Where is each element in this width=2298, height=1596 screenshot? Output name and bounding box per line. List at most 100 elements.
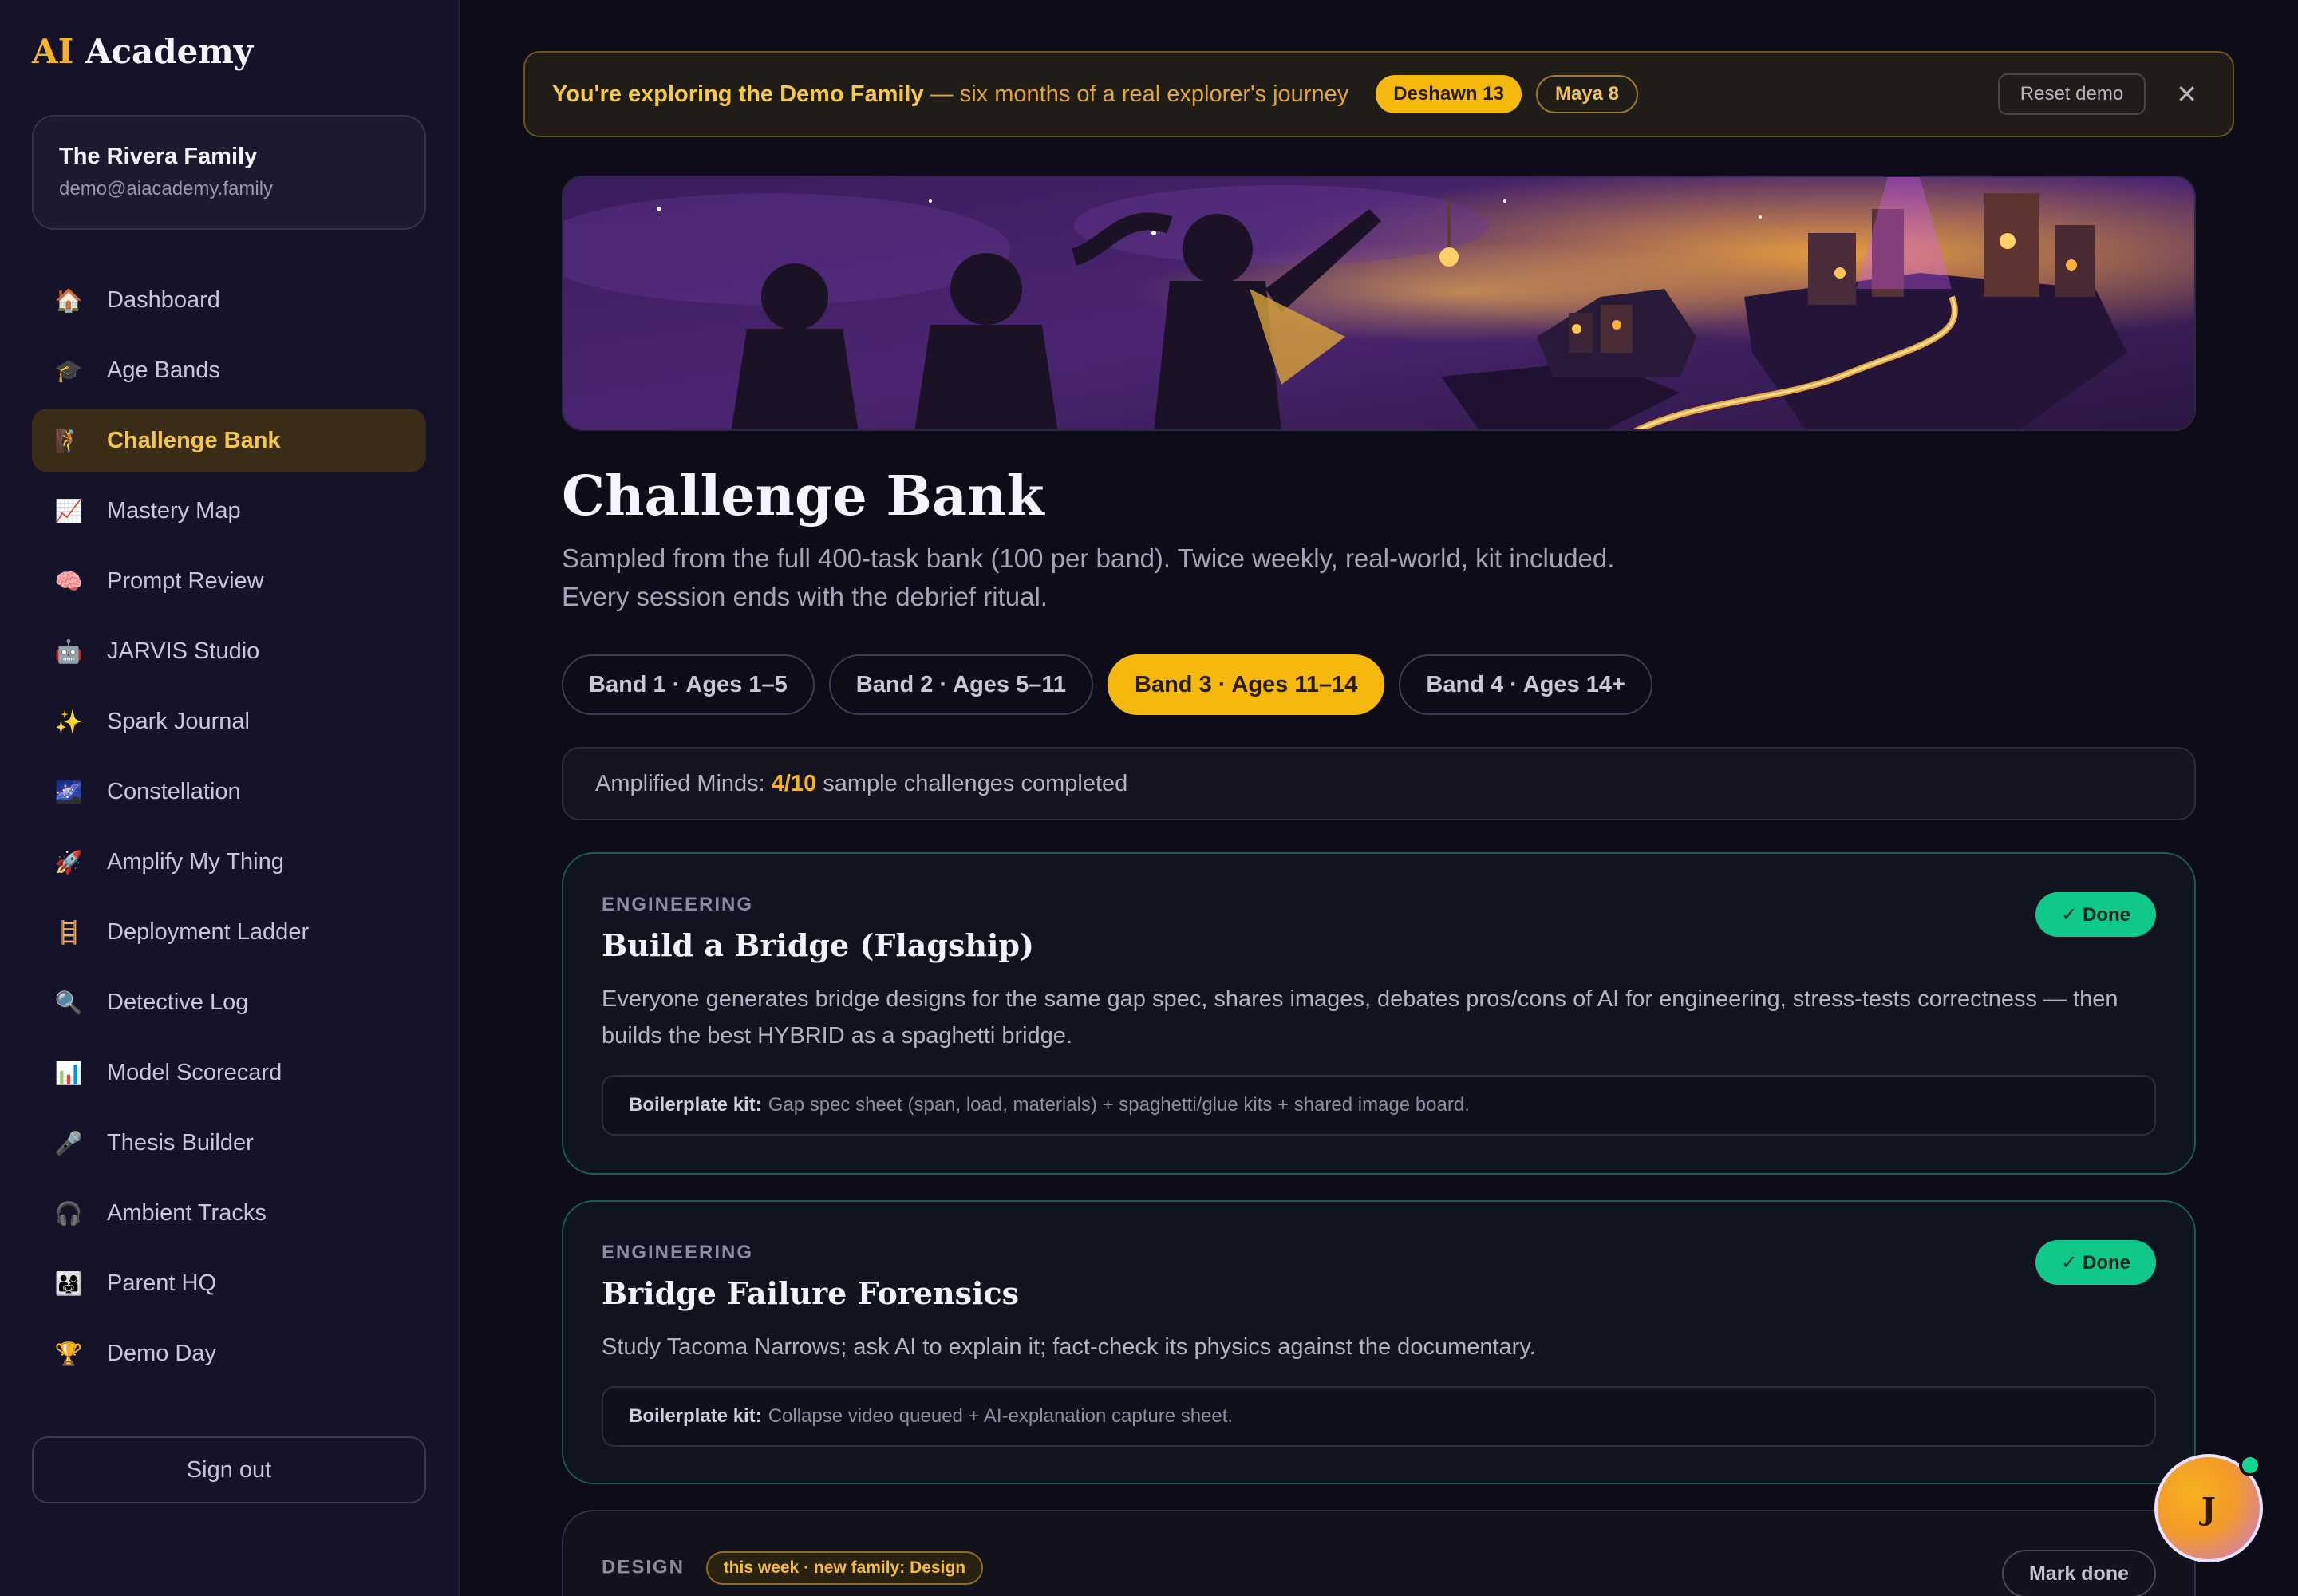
sidebar-item-detective-log[interactable]: 🔍 Detective Log	[32, 970, 426, 1034]
parent-hq-icon: 👨‍👩‍👧	[54, 1270, 83, 1296]
hero-illustration	[562, 176, 2196, 431]
page-subtitle: Sampled from the full 400-task bank (100…	[562, 543, 1615, 611]
sidebar-item-amplify-my-thing[interactable]: 🚀 Amplify My Thing	[32, 830, 426, 894]
deployment-ladder-icon: 🪜	[54, 919, 83, 945]
spark-journal-icon: ✨	[54, 709, 83, 734]
challenge-card[interactable]: ENGINEERING Bridge Failure Forensics Stu…	[562, 1200, 2196, 1484]
mastery-map-icon: 📈	[54, 498, 83, 523]
sidebar-item-label: Dashboard	[107, 286, 220, 313]
explorer-pill-maya[interactable]: Maya 8	[1535, 75, 1639, 113]
card-description: Study Tacoma Narrows; ask AI to explain …	[602, 1334, 1536, 1360]
challenge-bank-icon: 🧗	[54, 428, 83, 453]
mark-done-button[interactable]: Mark done	[2001, 1550, 2156, 1596]
sidebar-item-spark-journal[interactable]: ✨ Spark Journal	[32, 689, 426, 753]
amplify-my-thing-icon: 🚀	[54, 849, 83, 875]
demo-banner: You're exploring the Demo Family — six m…	[523, 51, 2234, 137]
card-category: ENGINEERING	[602, 894, 754, 915]
challenge-card[interactable]: DESIGN this week · new family: Design Ma…	[562, 1510, 2196, 1596]
band-tabs: Band 1 · Ages 1–5 Band 2 · Ages 5–11 Band …	[562, 654, 1667, 715]
sidebar-item-label: Thesis Builder	[107, 1129, 254, 1156]
app-logo[interactable]: AI Academy	[32, 32, 253, 71]
tab-band-1[interactable]: Band 1 · Ages 1–5	[562, 654, 815, 715]
this-week-tag: this week · new family: Design	[705, 1551, 984, 1585]
sidebar-item-parent-hq[interactable]: 👨‍👩‍👧 Parent HQ	[32, 1251, 426, 1315]
done-badge[interactable]: ✓ Done	[2035, 1240, 2156, 1285]
banner-text: You're exploring the Demo Family — six m…	[552, 81, 1348, 108]
sidebar-item-label: Deployment Ladder	[107, 918, 310, 945]
progress-value: 4/10	[771, 770, 817, 796]
jarvis-studio-icon: 🤖	[54, 638, 83, 664]
sidebar-item-jarvis-studio[interactable]: 🤖 JARVIS Studio	[32, 619, 426, 683]
progress-prefix: Amplified Minds:	[595, 770, 765, 796]
tab-band-4[interactable]: Band 4 · Ages 14+	[1399, 654, 1652, 715]
sidebar-item-label: Model Scorecard	[107, 1059, 282, 1085]
dashboard-icon: 🏠	[54, 287, 83, 313]
sidebar-item-constellation[interactable]: 🌌 Constellation	[32, 760, 426, 824]
sidebar-item-challenge-bank[interactable]: 🧗 Challenge Bank	[32, 409, 426, 472]
sidebar-item-label: JARVIS Studio	[107, 638, 260, 664]
constellation-icon: 🌌	[54, 779, 83, 804]
tab-band-2[interactable]: Band 2 · Ages 5–11	[828, 654, 1094, 715]
sidebar-item-label: Age Bands	[107, 357, 220, 383]
card-description: Everyone generates bridge designs for th…	[602, 986, 2118, 1049]
sidebar-item-label: Prompt Review	[107, 567, 264, 594]
close-icon[interactable]: ✕	[2176, 79, 2197, 109]
banner-rest: — six months of a real explorer's journe…	[923, 81, 1349, 107]
card-category-row: DESIGN this week · new family: Design	[602, 1551, 2156, 1585]
tab-band-3[interactable]: Band 3 · Ages 11–14	[1108, 654, 1385, 715]
challenge-card[interactable]: ENGINEERING Build a Bridge (Flagship) Ev…	[562, 852, 2196, 1175]
kit-label: Boilerplate kit:	[629, 1094, 762, 1116]
sidebar-item-label: Challenge Bank	[107, 427, 281, 453]
progress-suffix: sample challenges completed	[823, 770, 1128, 796]
age-bands-icon: 🎓	[54, 358, 83, 383]
ambient-tracks-icon: 🎧	[54, 1200, 83, 1226]
demo-day-icon: 🏆	[54, 1341, 83, 1366]
card-title: Bridge Failure Forensics	[602, 1275, 1020, 1311]
logo-academy: Academy	[85, 32, 254, 71]
sidebar-item-label: Mastery Map	[107, 497, 241, 523]
kit-text: Gap spec sheet (span, load, materials) +…	[768, 1094, 1470, 1116]
sign-out-button[interactable]: Sign out	[32, 1436, 426, 1503]
reset-demo-button[interactable]: Reset demo	[1997, 73, 2146, 115]
family-card[interactable]: The Rivera Family demo@aiacademy.family	[32, 115, 426, 230]
sidebar-nav: 🏠 Dashboard 🎓 Age Bands 🧗 Challenge Bank 📈 Mast…	[32, 268, 426, 1392]
sidebar-item-label: Spark Journal	[107, 708, 250, 734]
detective-log-icon: 🔍	[54, 990, 83, 1015]
explorer-pill-deshawn[interactable]: Deshawn 13	[1376, 75, 1522, 113]
sidebar: AI Academy The Rivera Family demo@aiacad…	[0, 0, 460, 1596]
online-status-dot	[2239, 1454, 2261, 1476]
kit-box: Boilerplate kit: Gap spec sheet (span, l…	[602, 1075, 2156, 1136]
sidebar-item-demo-day[interactable]: 🏆 Demo Day	[32, 1321, 426, 1385]
sidebar-item-label: Detective Log	[107, 989, 249, 1015]
sidebar-item-dashboard[interactable]: 🏠 Dashboard	[32, 268, 426, 332]
model-scorecard-icon: 📊	[54, 1060, 83, 1085]
card-category: ENGINEERING	[602, 1242, 754, 1263]
kit-label: Boilerplate kit:	[629, 1405, 762, 1427]
hero-scene-image	[563, 177, 2194, 429]
prompt-review-icon: 🧠	[54, 568, 83, 594]
sidebar-item-age-bands[interactable]: 🎓 Age Bands	[32, 338, 426, 402]
done-badge[interactable]: ✓ Done	[2035, 892, 2156, 937]
sidebar-item-prompt-review[interactable]: 🧠 Prompt Review	[32, 549, 426, 613]
sidebar-item-deployment-ladder[interactable]: 🪜 Deployment Ladder	[32, 900, 426, 964]
sidebar-item-label: Constellation	[107, 778, 241, 804]
sidebar-item-ambient-tracks[interactable]: 🎧 Ambient Tracks	[32, 1181, 426, 1245]
banner-lead: You're exploring the Demo Family	[552, 81, 924, 107]
page-title: Challenge Bank	[562, 464, 1044, 528]
sidebar-item-mastery-map[interactable]: 📈 Mastery Map	[32, 479, 426, 543]
family-email: demo@aiacademy.family	[59, 178, 274, 200]
kit-box: Boilerplate kit: Collapse video queued +…	[602, 1386, 2156, 1447]
logo-ai: AI	[32, 32, 74, 71]
thesis-builder-icon: 🎤	[54, 1130, 83, 1156]
family-name: The Rivera Family	[59, 144, 258, 169]
card-title: Build a Bridge (Flagship)	[602, 927, 1034, 963]
sidebar-item-model-scorecard[interactable]: 📊 Model Scorecard	[32, 1041, 426, 1104]
sidebar-item-label: Parent HQ	[107, 1270, 216, 1296]
sidebar-item-label: Ambient Tracks	[107, 1199, 267, 1226]
sidebar-item-thesis-builder[interactable]: 🎤 Thesis Builder	[32, 1111, 426, 1175]
sidebar-item-label: Demo Day	[107, 1340, 216, 1366]
progress-summary: Amplified Minds: 4/10 sample challenges …	[562, 747, 2196, 820]
sidebar-item-label: Amplify My Thing	[107, 848, 284, 875]
card-category: DESIGN	[602, 1556, 685, 1578]
kit-text: Collapse video queued + AI-explanation c…	[768, 1405, 1234, 1427]
